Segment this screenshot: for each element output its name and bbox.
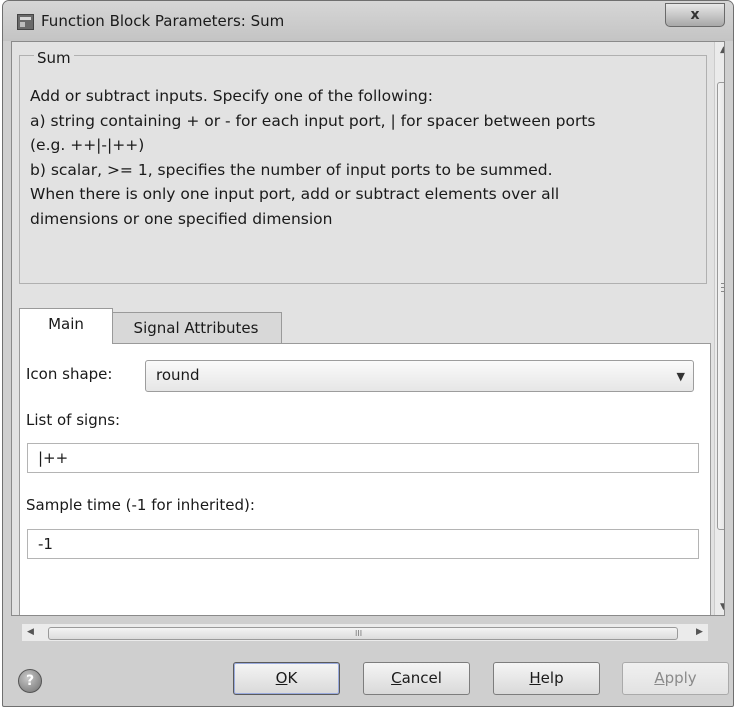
- sample-time-label: Sample time (-1 for inherited):: [26, 496, 255, 514]
- list-of-signs-value: |++: [38, 449, 69, 467]
- scroll-right-icon[interactable]: ▶: [691, 624, 708, 641]
- cancel-label: ancel: [401, 669, 442, 687]
- simulink-block-icon: [17, 14, 34, 30]
- help-button[interactable]: Help: [493, 662, 600, 695]
- apply-label: pply: [664, 669, 697, 687]
- group-label: Sum: [34, 49, 74, 67]
- cancel-accelerator: C: [391, 669, 402, 687]
- ok-button[interactable]: OK: [233, 662, 340, 695]
- close-button[interactable]: x: [665, 3, 725, 27]
- horizontal-scroll-thumb[interactable]: III: [48, 627, 678, 640]
- icon-shape-dropdown[interactable]: round ▼: [145, 360, 694, 392]
- sample-time-input[interactable]: -1: [27, 529, 699, 559]
- grip-icon: [721, 283, 724, 292]
- block-description: Add or subtract inputs. Specify one of t…: [30, 84, 712, 231]
- vertical-scrollbar[interactable]: ▲ ▼: [714, 42, 724, 615]
- apply-accelerator: A: [654, 669, 665, 687]
- description-line: When there is only one input port, add o…: [30, 185, 560, 203]
- chevron-down-icon: ▼: [676, 370, 685, 383]
- title-bar[interactable]: Function Block Parameters: Sum x: [3, 1, 733, 41]
- description-line: a) string containing + or - for each inp…: [30, 111, 596, 130]
- scroll-up-icon[interactable]: ▲: [715, 42, 724, 58]
- close-icon: x: [690, 7, 700, 23]
- ok-accelerator: O: [275, 669, 288, 687]
- parameters-pane: Sum Add or subtract inputs. Specify one …: [11, 41, 725, 616]
- horizontal-scrollbar[interactable]: ◀ III ▶: [22, 624, 708, 641]
- tab-main[interactable]: Main: [19, 308, 113, 344]
- help-label: elp: [540, 669, 564, 687]
- dialog-window: Function Block Parameters: Sum x Sum Add…: [2, 0, 734, 707]
- description-line: b) scalar, >= 1, specifies the number of…: [30, 160, 553, 179]
- list-of-signs-input[interactable]: |++: [27, 443, 699, 473]
- help-accelerator: H: [529, 669, 541, 687]
- icon-shape-value: round: [156, 366, 200, 384]
- tab-signal-attributes[interactable]: Signal Attributes: [110, 312, 282, 344]
- scroll-down-icon[interactable]: ▼: [715, 599, 724, 615]
- scroll-left-icon[interactable]: ◀: [22, 624, 39, 641]
- description-line: Add or subtract inputs. Specify one of t…: [30, 87, 433, 105]
- window-title: Function Block Parameters: Sum: [41, 12, 285, 30]
- description-line: dimensions or one specified dimension: [30, 209, 333, 228]
- vertical-scroll-thumb[interactable]: [717, 82, 724, 530]
- grip-icon: III: [355, 629, 363, 638]
- help-icon[interactable]: ?: [18, 669, 42, 693]
- description-line: (e.g. ++|-|++): [30, 136, 145, 154]
- sample-time-value: -1: [38, 535, 53, 553]
- cancel-button[interactable]: Cancel: [363, 662, 470, 695]
- list-of-signs-label: List of signs:: [26, 411, 121, 429]
- ok-label: K: [287, 669, 298, 687]
- apply-button[interactable]: Apply: [622, 662, 729, 695]
- icon-shape-label: Icon shape:: [26, 365, 113, 383]
